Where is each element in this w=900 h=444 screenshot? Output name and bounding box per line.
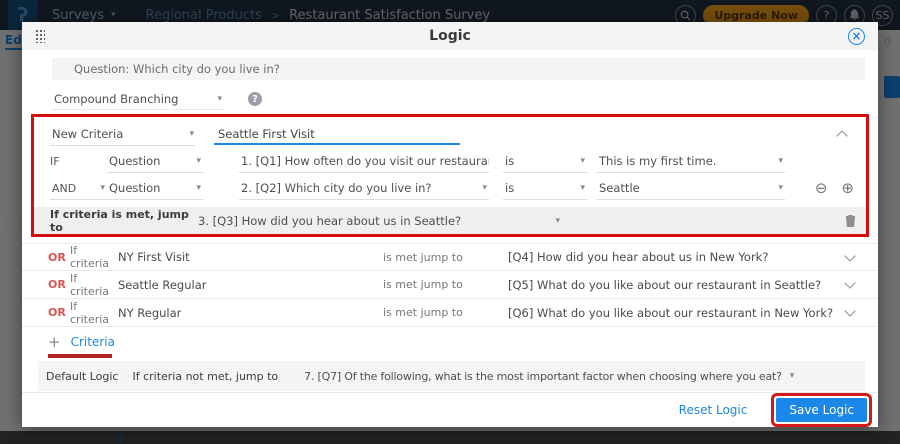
caret-down-icon: ▾ [100, 183, 105, 193]
default-logic-label: Default Logic [46, 370, 118, 383]
plus-icon: + [48, 335, 61, 350]
branching-type-value: Compound Branching [54, 92, 178, 106]
condition-operator-dropdown[interactable]: is ▾ [503, 178, 587, 200]
condition-question-value: 1. [Q1] How often do you visit our resta… [241, 154, 489, 168]
condition-row-if: IF Question ▾ 1. [Q1] How often do you v… [34, 148, 866, 175]
add-criteria-row: + Criteria [22, 327, 878, 357]
caret-down-icon: ▾ [555, 216, 560, 226]
condition-type-value: Question [109, 154, 160, 168]
condition-operator-value: is [505, 154, 514, 168]
caret-down-icon: ▾ [778, 183, 783, 193]
criteria-name-input[interactable] [214, 125, 460, 145]
branching-type-dropdown[interactable]: Compound Branching ▾ [52, 88, 224, 110]
is-met-jump-label: is met jump to [383, 251, 508, 264]
caret-down-icon: ▾ [196, 156, 201, 166]
condition-value-text: This is my first time. [599, 154, 716, 168]
criteria-name: Seattle Regular [118, 278, 383, 292]
chevron-down-icon[interactable] [844, 305, 855, 316]
caret-down-icon: ▾ [189, 129, 194, 139]
add-condition-icon[interactable]: ⊕ [841, 181, 854, 196]
condition-row-and: AND ▾ Question ▾ 2. [Q2] Which city do y… [34, 175, 866, 202]
caret-down-icon: ▾ [580, 183, 585, 193]
caret-down-icon: ▾ [778, 156, 783, 166]
condition-type-dropdown[interactable]: Question ▾ [107, 151, 203, 173]
add-criteria-link[interactable]: Criteria [71, 335, 115, 349]
criteria-target: [Q4] How did you hear about us in New Yo… [508, 250, 846, 264]
condition-connector-dropdown[interactable]: AND ▾ [50, 178, 107, 200]
criteria-summary-row[interactable]: OR If criteria Seattle Regular is met ju… [22, 271, 878, 299]
annotation-underline [48, 354, 112, 358]
is-met-jump-label: is met jump to [383, 306, 508, 319]
condition-question-value: 2. [Q2] Which city do you live in? [241, 181, 432, 195]
condition-value-dropdown[interactable]: Seattle ▾ [597, 178, 785, 200]
criteria-name: NY Regular [118, 306, 383, 320]
default-target-dropdown[interactable]: 7. [Q7] Of the following, what is the mo… [304, 370, 794, 383]
caret-down-icon: ▾ [196, 183, 201, 193]
modal-header: Logic × [22, 22, 878, 50]
criteria-summary-row[interactable]: OR If criteria NY First Visit is met jum… [22, 243, 878, 271]
condition-value-text: Seattle [599, 181, 640, 195]
default-target-value: 7. [Q7] Of the following, what is the mo… [304, 370, 782, 383]
criteria-summary-row[interactable]: OR If criteria NY Regular is met jump to… [22, 299, 878, 327]
condition-row-actions: ⊖ ⊕ [815, 181, 854, 196]
criteria-selector-value: New Criteria [52, 127, 123, 141]
collapsed-criteria-list: OR If criteria NY First Visit is met jum… [22, 243, 878, 327]
modal-title: Logic [22, 28, 878, 44]
caret-down-icon: ▾ [217, 94, 222, 104]
or-label: OR [48, 306, 70, 319]
remove-condition-icon[interactable]: ⊖ [815, 181, 828, 196]
if-criteria-label: If criteria [70, 244, 118, 270]
delete-criteria-icon[interactable] [845, 214, 856, 227]
chevron-down-icon[interactable] [844, 250, 855, 261]
default-logic-row: Default Logic If criteria not met, jump … [38, 361, 865, 391]
modal-footer: Reset Logic Save Logic [22, 392, 878, 427]
close-icon[interactable]: × [848, 28, 865, 45]
condition-value-dropdown[interactable]: This is my first time. ▾ [597, 151, 785, 173]
branching-type-row: Compound Branching ▾ ? [52, 89, 878, 109]
if-criteria-label: If criteria [70, 272, 118, 298]
chevron-up-icon [836, 130, 847, 141]
condition-operator-value: is [505, 181, 514, 195]
caret-down-icon: ▾ [482, 183, 487, 193]
condition-question-dropdown[interactable]: 1. [Q1] How often do you visit our resta… [239, 151, 489, 173]
condition-question-dropdown[interactable]: 2. [Q2] Which city do you live in? ▾ [239, 178, 489, 200]
reset-logic-link[interactable]: Reset Logic [679, 403, 748, 417]
caret-down-icon: ▾ [580, 156, 585, 166]
jump-to-row: If criteria is met, jump to 3. [Q3] How … [34, 207, 866, 234]
chevron-down-icon[interactable] [844, 277, 855, 288]
criteria-selector-dropdown[interactable]: New Criteria ▾ [50, 124, 196, 146]
caret-down-icon: ▾ [790, 371, 794, 381]
question-context-bar: Question: Which city do you live in? [52, 58, 865, 80]
save-logic-button[interactable]: Save Logic [776, 398, 867, 422]
condition-type-dropdown[interactable]: Question ▾ [107, 178, 203, 200]
criteria-editor-annotation-box: New Criteria ▾ IF Question ▾ 1. [Q1] How… [31, 114, 869, 237]
jump-to-label: If criteria is met, jump to [50, 208, 198, 234]
logic-modal: Logic × Question: Which city do you live… [22, 22, 878, 427]
criteria-name: NY First Visit [118, 250, 383, 264]
criteria-name-row: New Criteria ▾ [34, 121, 866, 148]
or-label: OR [48, 251, 70, 264]
drag-handle-icon[interactable] [35, 29, 45, 43]
condition-operator-dropdown[interactable]: is ▾ [503, 151, 587, 173]
is-met-jump-label: is met jump to [383, 278, 508, 291]
collapse-criteria-button[interactable] [838, 129, 846, 143]
annotation-box-save: Save Logic [771, 393, 872, 427]
condition-type-value: Question [109, 181, 160, 195]
branching-help-icon[interactable]: ? [248, 92, 262, 106]
jump-target-value: 3. [Q3] How did you hear about us in Sea… [198, 214, 461, 228]
default-condition-label: If criteria not met, jump to [132, 370, 278, 383]
condition-connector-label: IF [50, 155, 107, 168]
criteria-target: [Q5] What do you like about our restaura… [508, 278, 846, 292]
condition-connector-value: AND [52, 182, 76, 195]
if-criteria-label: If criteria [70, 300, 118, 326]
or-label: OR [48, 278, 70, 291]
criteria-target: [Q6] What do you like about our restaura… [508, 306, 846, 320]
jump-target-dropdown[interactable]: 3. [Q3] How did you hear about us in Sea… [198, 214, 560, 228]
